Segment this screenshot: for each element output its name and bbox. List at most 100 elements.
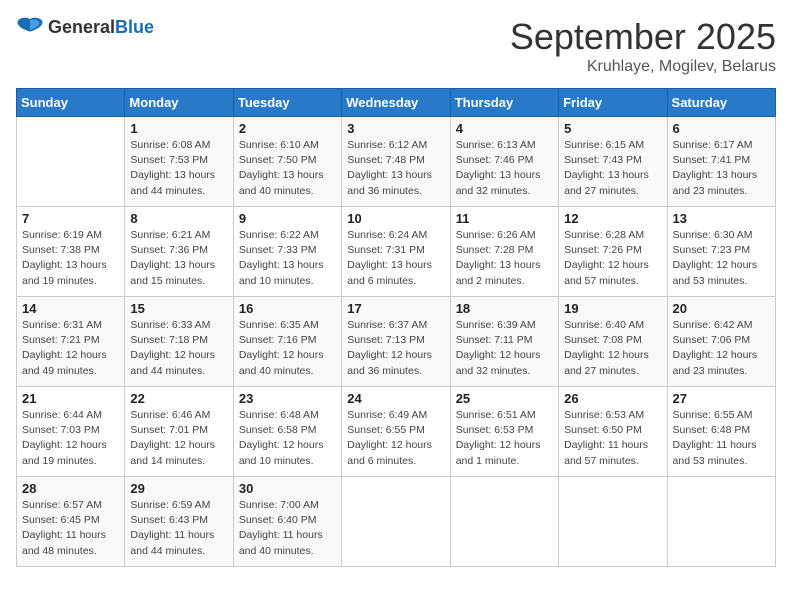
weekday-header-sunday: Sunday [17, 89, 125, 117]
calendar-cell: 14 Sunrise: 6:31 AM Sunset: 7:21 PM Dayli… [17, 297, 125, 387]
calendar-cell: 6 Sunrise: 6:17 AM Sunset: 7:41 PM Daylig… [667, 117, 775, 207]
day-info: Sunrise: 6:19 AM Sunset: 7:38 PM Dayligh… [22, 228, 119, 289]
calendar-week-4: 21Sunrise: 6:44 AM Sunset: 7:03 PM Dayli… [17, 387, 776, 477]
day-number: 20 [673, 301, 770, 316]
logo-bird-icon [16, 16, 44, 38]
day-info: Sunrise: 6:37 AM Sunset: 7:13 PM Dayligh… [347, 318, 444, 379]
day-number: 18 [456, 301, 553, 316]
calendar-cell: 10 Sunrise: 6:24 AM Sunset: 7:31 PM Dayli… [342, 207, 450, 297]
calendar-cell [450, 477, 558, 567]
day-info: Sunrise: 6:30 AM Sunset: 7:23 PM Dayligh… [673, 228, 770, 289]
day-info: Sunrise: 6:39 AM Sunset: 7:11 PM Dayligh… [456, 318, 553, 379]
calendar-cell: 28 Sunrise: 6:57 AM Sunset: 6:45 PM Dayli… [17, 477, 125, 567]
month-title: September 2025 [510, 16, 776, 58]
day-number: 7 [22, 211, 119, 226]
day-number: 9 [239, 211, 336, 226]
day-info: Sunrise: 6:51 AM Sunset: 6:53 PM Dayligh… [456, 408, 553, 469]
day-number: 1 [130, 121, 227, 136]
day-number: 24 [347, 391, 444, 406]
logo-text: GeneralBlue [48, 17, 154, 38]
day-info: Sunrise: 6:17 AM Sunset: 7:41 PM Dayligh… [673, 138, 770, 199]
calendar-cell: 27 Sunrise: 6:55 AM Sunset: 6:48 PM Dayli… [667, 387, 775, 477]
calendar-cell: 16Sunrise: 6:35 AM Sunset: 7:16 PM Dayli… [233, 297, 341, 387]
calendar-cell: 12 Sunrise: 6:28 AM Sunset: 7:26 PM Dayli… [559, 207, 667, 297]
day-info: Sunrise: 6:12 AM Sunset: 7:48 PM Dayligh… [347, 138, 444, 199]
calendar-week-2: 7 Sunrise: 6:19 AM Sunset: 7:38 PM Daylig… [17, 207, 776, 297]
day-info: Sunrise: 6:24 AM Sunset: 7:31 PM Dayligh… [347, 228, 444, 289]
calendar-table: SundayMondayTuesdayWednesdayThursdayFrid… [16, 88, 776, 567]
calendar-cell: 15 Sunrise: 6:33 AM Sunset: 7:18 PM Dayli… [125, 297, 233, 387]
day-info: Sunrise: 6:55 AM Sunset: 6:48 PM Dayligh… [673, 408, 770, 469]
day-info: Sunrise: 6:21 AM Sunset: 7:36 PM Dayligh… [130, 228, 227, 289]
logo: GeneralBlue [16, 16, 154, 38]
day-number: 15 [130, 301, 227, 316]
day-info: Sunrise: 6:28 AM Sunset: 7:26 PM Dayligh… [564, 228, 661, 289]
calendar-cell: 1 Sunrise: 6:08 AM Sunset: 7:53 PM Daylig… [125, 117, 233, 207]
calendar-cell [17, 117, 125, 207]
day-number: 14 [22, 301, 119, 316]
day-info: Sunrise: 6:08 AM Sunset: 7:53 PM Dayligh… [130, 138, 227, 199]
day-info: Sunrise: 7:00 AM Sunset: 6:40 PM Dayligh… [239, 498, 336, 559]
day-number: 11 [456, 211, 553, 226]
calendar-cell [559, 477, 667, 567]
calendar-week-1: 1 Sunrise: 6:08 AM Sunset: 7:53 PM Daylig… [17, 117, 776, 207]
day-info: Sunrise: 6:53 AM Sunset: 6:50 PM Dayligh… [564, 408, 661, 469]
day-number: 6 [673, 121, 770, 136]
calendar-cell: 20 Sunrise: 6:42 AM Sunset: 7:06 PM Dayli… [667, 297, 775, 387]
day-info: Sunrise: 6:59 AM Sunset: 6:43 PM Dayligh… [130, 498, 227, 559]
day-info: Sunrise: 6:48 AM Sunset: 6:58 PM Dayligh… [239, 408, 336, 469]
day-number: 5 [564, 121, 661, 136]
calendar-cell: 7 Sunrise: 6:19 AM Sunset: 7:38 PM Daylig… [17, 207, 125, 297]
calendar-cell: 8Sunrise: 6:21 AM Sunset: 7:36 PM Daylig… [125, 207, 233, 297]
day-number: 17 [347, 301, 444, 316]
day-number: 2 [239, 121, 336, 136]
weekday-header-monday: Monday [125, 89, 233, 117]
calendar-cell: 24 Sunrise: 6:49 AM Sunset: 6:55 PM Dayli… [342, 387, 450, 477]
day-number: 22 [130, 391, 227, 406]
day-number: 30 [239, 481, 336, 496]
weekday-header-friday: Friday [559, 89, 667, 117]
calendar-cell: 30 Sunrise: 7:00 AM Sunset: 6:40 PM Dayli… [233, 477, 341, 567]
day-info: Sunrise: 6:26 AM Sunset: 7:28 PM Dayligh… [456, 228, 553, 289]
calendar-cell: 22Sunrise: 6:46 AM Sunset: 7:01 PM Dayli… [125, 387, 233, 477]
day-number: 16 [239, 301, 336, 316]
day-number: 3 [347, 121, 444, 136]
day-number: 12 [564, 211, 661, 226]
calendar-cell: 21Sunrise: 6:44 AM Sunset: 7:03 PM Dayli… [17, 387, 125, 477]
title-block: September 2025 Kruhlaye, Mogilev, Belaru… [510, 16, 776, 76]
day-info: Sunrise: 6:33 AM Sunset: 7:18 PM Dayligh… [130, 318, 227, 379]
calendar-cell: 3 Sunrise: 6:12 AM Sunset: 7:48 PM Daylig… [342, 117, 450, 207]
calendar-cell: 25 Sunrise: 6:51 AM Sunset: 6:53 PM Dayli… [450, 387, 558, 477]
calendar-header-row: SundayMondayTuesdayWednesdayThursdayFrid… [17, 89, 776, 117]
calendar-cell [342, 477, 450, 567]
day-info: Sunrise: 6:42 AM Sunset: 7:06 PM Dayligh… [673, 318, 770, 379]
day-number: 10 [347, 211, 444, 226]
day-number: 13 [673, 211, 770, 226]
calendar-cell: 4Sunrise: 6:13 AM Sunset: 7:46 PM Daylig… [450, 117, 558, 207]
day-info: Sunrise: 6:22 AM Sunset: 7:33 PM Dayligh… [239, 228, 336, 289]
day-info: Sunrise: 6:15 AM Sunset: 7:43 PM Dayligh… [564, 138, 661, 199]
calendar-cell: 13 Sunrise: 6:30 AM Sunset: 7:23 PM Dayli… [667, 207, 775, 297]
calendar-cell: 18 Sunrise: 6:39 AM Sunset: 7:11 PM Dayli… [450, 297, 558, 387]
day-number: 26 [564, 391, 661, 406]
weekday-header-saturday: Saturday [667, 89, 775, 117]
calendar-week-5: 28 Sunrise: 6:57 AM Sunset: 6:45 PM Dayli… [17, 477, 776, 567]
day-number: 28 [22, 481, 119, 496]
day-number: 29 [130, 481, 227, 496]
calendar-cell: 9 Sunrise: 6:22 AM Sunset: 7:33 PM Daylig… [233, 207, 341, 297]
day-info: Sunrise: 6:49 AM Sunset: 6:55 PM Dayligh… [347, 408, 444, 469]
weekday-header-wednesday: Wednesday [342, 89, 450, 117]
calendar-cell: 17 Sunrise: 6:37 AM Sunset: 7:13 PM Dayli… [342, 297, 450, 387]
weekday-header-tuesday: Tuesday [233, 89, 341, 117]
calendar-cell: 23Sunrise: 6:48 AM Sunset: 6:58 PM Dayli… [233, 387, 341, 477]
calendar-cell [667, 477, 775, 567]
page-header: GeneralBlue September 2025 Kruhlaye, Mog… [16, 16, 776, 76]
day-number: 27 [673, 391, 770, 406]
day-number: 25 [456, 391, 553, 406]
day-info: Sunrise: 6:44 AM Sunset: 7:03 PM Dayligh… [22, 408, 119, 469]
day-info: Sunrise: 6:31 AM Sunset: 7:21 PM Dayligh… [22, 318, 119, 379]
weekday-header-thursday: Thursday [450, 89, 558, 117]
day-info: Sunrise: 6:57 AM Sunset: 6:45 PM Dayligh… [22, 498, 119, 559]
calendar-cell: 26 Sunrise: 6:53 AM Sunset: 6:50 PM Dayli… [559, 387, 667, 477]
day-number: 4 [456, 121, 553, 136]
